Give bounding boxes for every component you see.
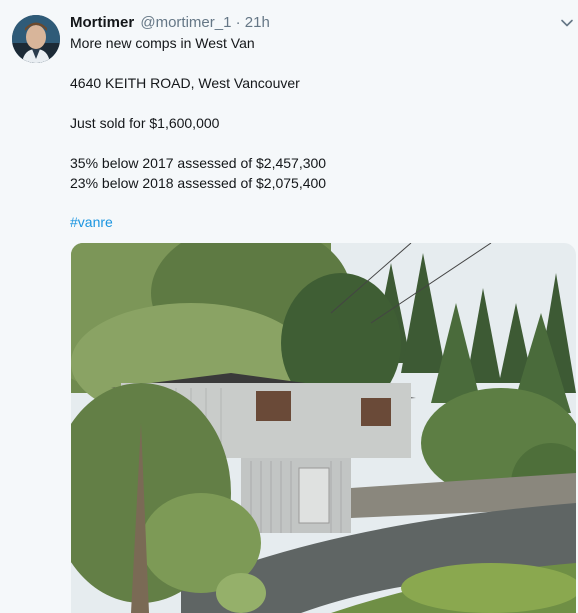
author-handle[interactable]: @mortimer_1	[140, 14, 231, 31]
hashtag-link[interactable]: #vanre	[70, 214, 113, 230]
tweet-photo[interactable]	[71, 243, 576, 613]
author-name[interactable]: Mortimer	[70, 14, 134, 31]
separator-dot: ·	[235, 14, 241, 31]
avatar[interactable]	[12, 15, 60, 63]
avatar-photo-icon	[12, 15, 60, 63]
chevron-down-icon[interactable]	[560, 16, 574, 30]
tweet-timestamp[interactable]: 21h	[245, 14, 270, 31]
tweet-text-line: 35% below 2017 assessed of $2,457,300	[70, 155, 327, 171]
tweet-text-line: More new comps in West Van	[70, 35, 255, 51]
tweet-text-line: 4640 KEITH ROAD, West Vancouver	[70, 75, 300, 91]
tweet-header: Mortimer @mortimer_1 · 21h	[70, 13, 270, 33]
tweet-card[interactable]: Mortimer @mortimer_1 · 21h More new comp…	[0, 0, 578, 613]
tweet-text-line: Just sold for $1,600,000	[70, 115, 220, 131]
house-photo-image	[71, 243, 576, 613]
tweet-text-line: 23% below 2018 assessed of $2,075,400	[70, 175, 327, 191]
